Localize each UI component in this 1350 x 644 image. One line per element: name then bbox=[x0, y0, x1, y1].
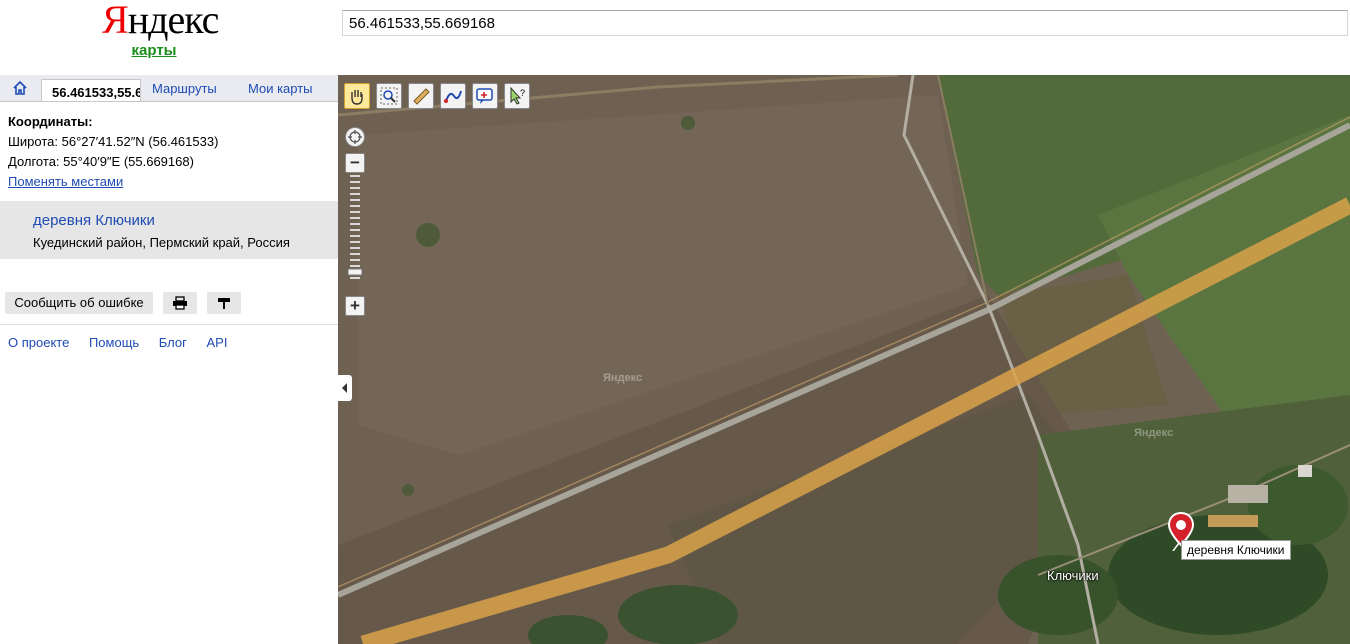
footer-link-api[interactable]: API bbox=[207, 335, 228, 350]
zoom-center-button[interactable] bbox=[345, 127, 365, 147]
coordinates-title: Координаты: bbox=[8, 114, 93, 129]
footer-link-blog[interactable]: Блог bbox=[159, 335, 187, 350]
longitude-text: Долгота: 55°40′9″E (55.669168) bbox=[8, 154, 194, 169]
zoom-scale-ticks bbox=[347, 175, 363, 279]
balloon-add-icon bbox=[476, 88, 493, 104]
crosshair-icon bbox=[348, 130, 362, 144]
logo-rest: ндекс bbox=[127, 0, 220, 42]
svg-text:?: ? bbox=[520, 88, 525, 98]
collapse-sidebar-button[interactable] bbox=[338, 375, 352, 401]
result-name-link[interactable]: деревня Ключики bbox=[33, 212, 155, 229]
footer-links: О проекте Помощь Блог API bbox=[8, 335, 243, 350]
map-watermark: Яндекс bbox=[603, 372, 643, 384]
hand-icon bbox=[351, 90, 363, 105]
logo-first-letter: Я bbox=[102, 0, 129, 42]
swap-coordinates-link[interactable]: Поменять местами bbox=[8, 174, 123, 189]
ruler-tool-button[interactable] bbox=[408, 83, 434, 109]
map-watermark-2: Яндекс bbox=[1134, 427, 1174, 439]
sidebar-tabs: 56.461533,55.669168 Маршруты Мои карты bbox=[0, 75, 338, 102]
signpost-icon bbox=[218, 298, 230, 309]
coordinates-panel: Координаты: Широта: 56°27′41.52″N (56.46… bbox=[8, 112, 218, 192]
zoom-in-button[interactable]: + bbox=[345, 296, 365, 316]
logo-wordmark: Яндекс bbox=[102, 0, 219, 42]
printer-icon bbox=[173, 296, 187, 310]
village-label: Ключики bbox=[1047, 568, 1099, 583]
sidebar: 56.461533,55.669168 Маршруты Мои карты К… bbox=[0, 75, 338, 644]
marker-label[interactable]: деревня Ключики bbox=[1181, 540, 1291, 560]
hand-tool-button[interactable] bbox=[344, 83, 370, 109]
sidebar-divider bbox=[0, 324, 338, 325]
report-error-button[interactable]: Сообщить об ошибке bbox=[5, 292, 153, 314]
balloon-add-tool-button[interactable] bbox=[472, 83, 498, 109]
ruler-icon bbox=[413, 88, 430, 105]
route-tool-button[interactable] bbox=[440, 83, 466, 109]
footer-link-help[interactable]: Помощь bbox=[89, 335, 139, 350]
zoom-out-button[interactable]: − bbox=[345, 153, 365, 173]
zoom-slider[interactable] bbox=[347, 173, 363, 283]
print-button[interactable] bbox=[163, 292, 197, 314]
satellite-map[interactable]: Яндекс Яндекс ? − + деревня Ключики Ключ… bbox=[338, 75, 1350, 644]
help-cursor-tool-button[interactable]: ? bbox=[504, 83, 530, 109]
magnifier-tool-button[interactable] bbox=[376, 83, 402, 109]
latitude-text: Широта: 56°27′41.52″N (56.461533) bbox=[8, 134, 219, 149]
cursor-help-icon: ? bbox=[510, 86, 525, 105]
footer-link-about[interactable]: О проекте bbox=[8, 335, 69, 350]
magnifier-icon bbox=[380, 87, 398, 105]
maps-link[interactable]: карты bbox=[106, 42, 202, 59]
tab-my-maps[interactable]: Мои карты bbox=[248, 81, 313, 96]
result-address: Куединский район, Пермский край, Россия bbox=[33, 235, 290, 250]
search-result[interactable]: деревня Ключики Куединский район, Пермск… bbox=[0, 201, 338, 259]
yandex-logo[interactable]: Яндекс карты bbox=[102, 0, 219, 59]
tab-routes[interactable]: Маршруты bbox=[152, 81, 217, 96]
home-icon[interactable] bbox=[10, 80, 30, 96]
route-icon bbox=[444, 90, 462, 103]
signpost-button[interactable] bbox=[207, 292, 241, 314]
search-input[interactable] bbox=[342, 10, 1348, 36]
chevron-left-icon bbox=[342, 383, 347, 393]
tab-coordinates[interactable]: 56.461533,55.669168 bbox=[41, 79, 141, 101]
zoom-thumb[interactable] bbox=[347, 268, 363, 276]
